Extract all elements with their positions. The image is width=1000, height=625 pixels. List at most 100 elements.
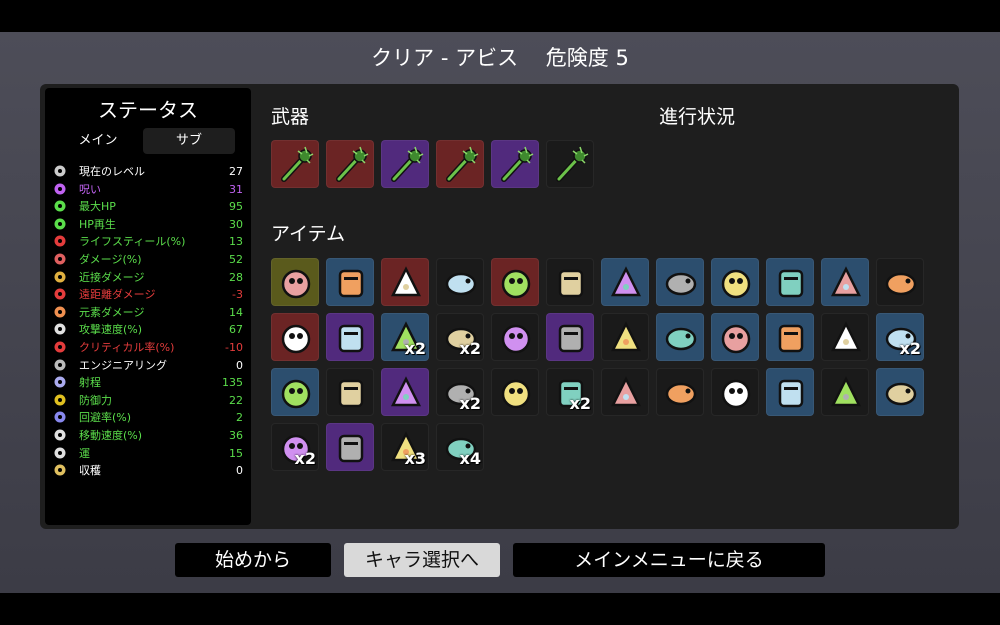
item-slot[interactable] [821,258,869,306]
tab-main[interactable]: メイン [52,128,144,154]
stat-row: 元素ダメージ 14 [53,304,243,321]
item-slot[interactable] [491,368,539,416]
item-slot[interactable] [821,368,869,416]
stat-row: 収穫 0 [53,462,243,479]
item-slot[interactable]: x4 [436,423,484,471]
restart-button[interactable]: 始めから [175,543,331,577]
stat-label: 呪い [79,182,101,196]
item-slot[interactable] [271,313,319,361]
item-slot[interactable] [436,258,484,306]
stat-value: 95 [229,200,243,214]
item-slot[interactable] [271,368,319,416]
letterbox-top [0,0,1000,32]
stat-label: 近接ダメージ [79,270,145,284]
stat-row: 呪い 31 [53,181,243,198]
item-slot[interactable] [711,368,759,416]
weapons-title: 武器 [271,106,310,128]
item-slot[interactable] [326,368,374,416]
luck-icon [53,446,67,460]
stat-value: 52 [229,253,243,266]
curse-icon [53,182,67,196]
ranged-icon [53,287,67,301]
item-slot[interactable] [546,313,594,361]
item-slot[interactable]: x2 [271,423,319,471]
crit-icon [53,340,67,354]
letterbox-bottom [0,593,1000,625]
item-slot[interactable]: x2 [876,313,924,361]
stat-label: 収穫 [79,464,101,478]
range-icon [53,375,67,389]
stat-row: 攻撃速度(%) 67 [53,321,243,338]
item-slot[interactable] [821,313,869,361]
dodge-icon [53,410,67,424]
item-slot[interactable]: x2 [436,313,484,361]
item-slot[interactable] [876,258,924,306]
stat-value: 30 [229,217,243,231]
stat-row: HP再生 30 [53,216,243,233]
item-slot[interactable]: x2 [436,368,484,416]
item-slot[interactable] [656,368,704,416]
main-menu-button[interactable]: メインメニューに戻る [513,543,825,577]
item-quantity: x3 [404,449,426,468]
tab-sub[interactable]: サブ [143,128,235,154]
item-slot[interactable] [601,258,649,306]
weapon-slot[interactable] [546,140,594,188]
stat-value: 2 [236,411,243,425]
item-quantity: x2 [404,339,426,358]
character-select-button[interactable]: キャラ選択へ [344,543,500,577]
stat-label: 回避率(%) [79,411,132,425]
engineering-icon [53,358,67,372]
item-slot[interactable] [326,423,374,471]
item-slot[interactable] [711,313,759,361]
item-slot[interactable] [766,368,814,416]
weapon-slot[interactable] [436,140,484,188]
stat-value: 14 [229,305,243,319]
weapon-slot[interactable] [271,140,319,188]
weapon-slot[interactable] [491,140,539,188]
stat-value: 31 [229,182,243,196]
stat-row: 射程 135 [53,374,243,391]
item-slot[interactable] [271,258,319,306]
elemental-icon [53,305,67,319]
stat-value: 0 [236,358,243,372]
item-slot[interactable] [546,258,594,306]
item-slot[interactable] [491,258,539,306]
armor-icon [53,393,67,407]
item-quantity: x2 [459,394,481,413]
item-quantity: x2 [569,394,591,413]
item-slot[interactable] [601,313,649,361]
stat-label: クリティカル率(%) [79,341,175,354]
stat-row: 現在のレベル 27 [53,163,243,180]
item-slot[interactable] [766,313,814,361]
item-slot[interactable] [656,258,704,306]
stat-label: 現在のレベル [79,165,145,178]
item-slot[interactable]: x3 [381,423,429,471]
stat-row: 回避率(%) 2 [53,409,243,426]
stat-value: 28 [229,270,243,284]
weapon-slot[interactable] [381,140,429,188]
stat-value: -3 [232,288,243,302]
item-slot[interactable] [381,258,429,306]
stats-panel: ステータス メイン サブ 現在のレベル 27 呪い 31 最大HP 95 HP再生 30 ライフ… [45,88,251,525]
stat-label: 移動速度(%) [79,429,143,442]
item-slot[interactable] [326,258,374,306]
item-slot[interactable] [876,368,924,416]
item-quantity: x2 [294,449,316,468]
item-slot[interactable] [766,258,814,306]
item-slot[interactable]: x2 [381,313,429,361]
lifesteal-icon [53,234,67,248]
item-slot[interactable] [601,368,649,416]
stat-label: 防御力 [79,393,112,407]
stat-value: 67 [229,323,243,337]
item-slot[interactable] [656,313,704,361]
item-slot[interactable] [491,313,539,361]
item-slot[interactable] [711,258,759,306]
damage-icon [53,252,67,266]
stat-row: クリティカル率(%) -10 [53,339,243,356]
item-slot[interactable] [381,368,429,416]
weapon-slot[interactable] [326,140,374,188]
item-slot[interactable] [326,313,374,361]
stat-label: 攻撃速度(%) [79,323,143,337]
item-slot[interactable]: x2 [546,368,594,416]
stat-row: 防御力 22 [53,392,243,409]
